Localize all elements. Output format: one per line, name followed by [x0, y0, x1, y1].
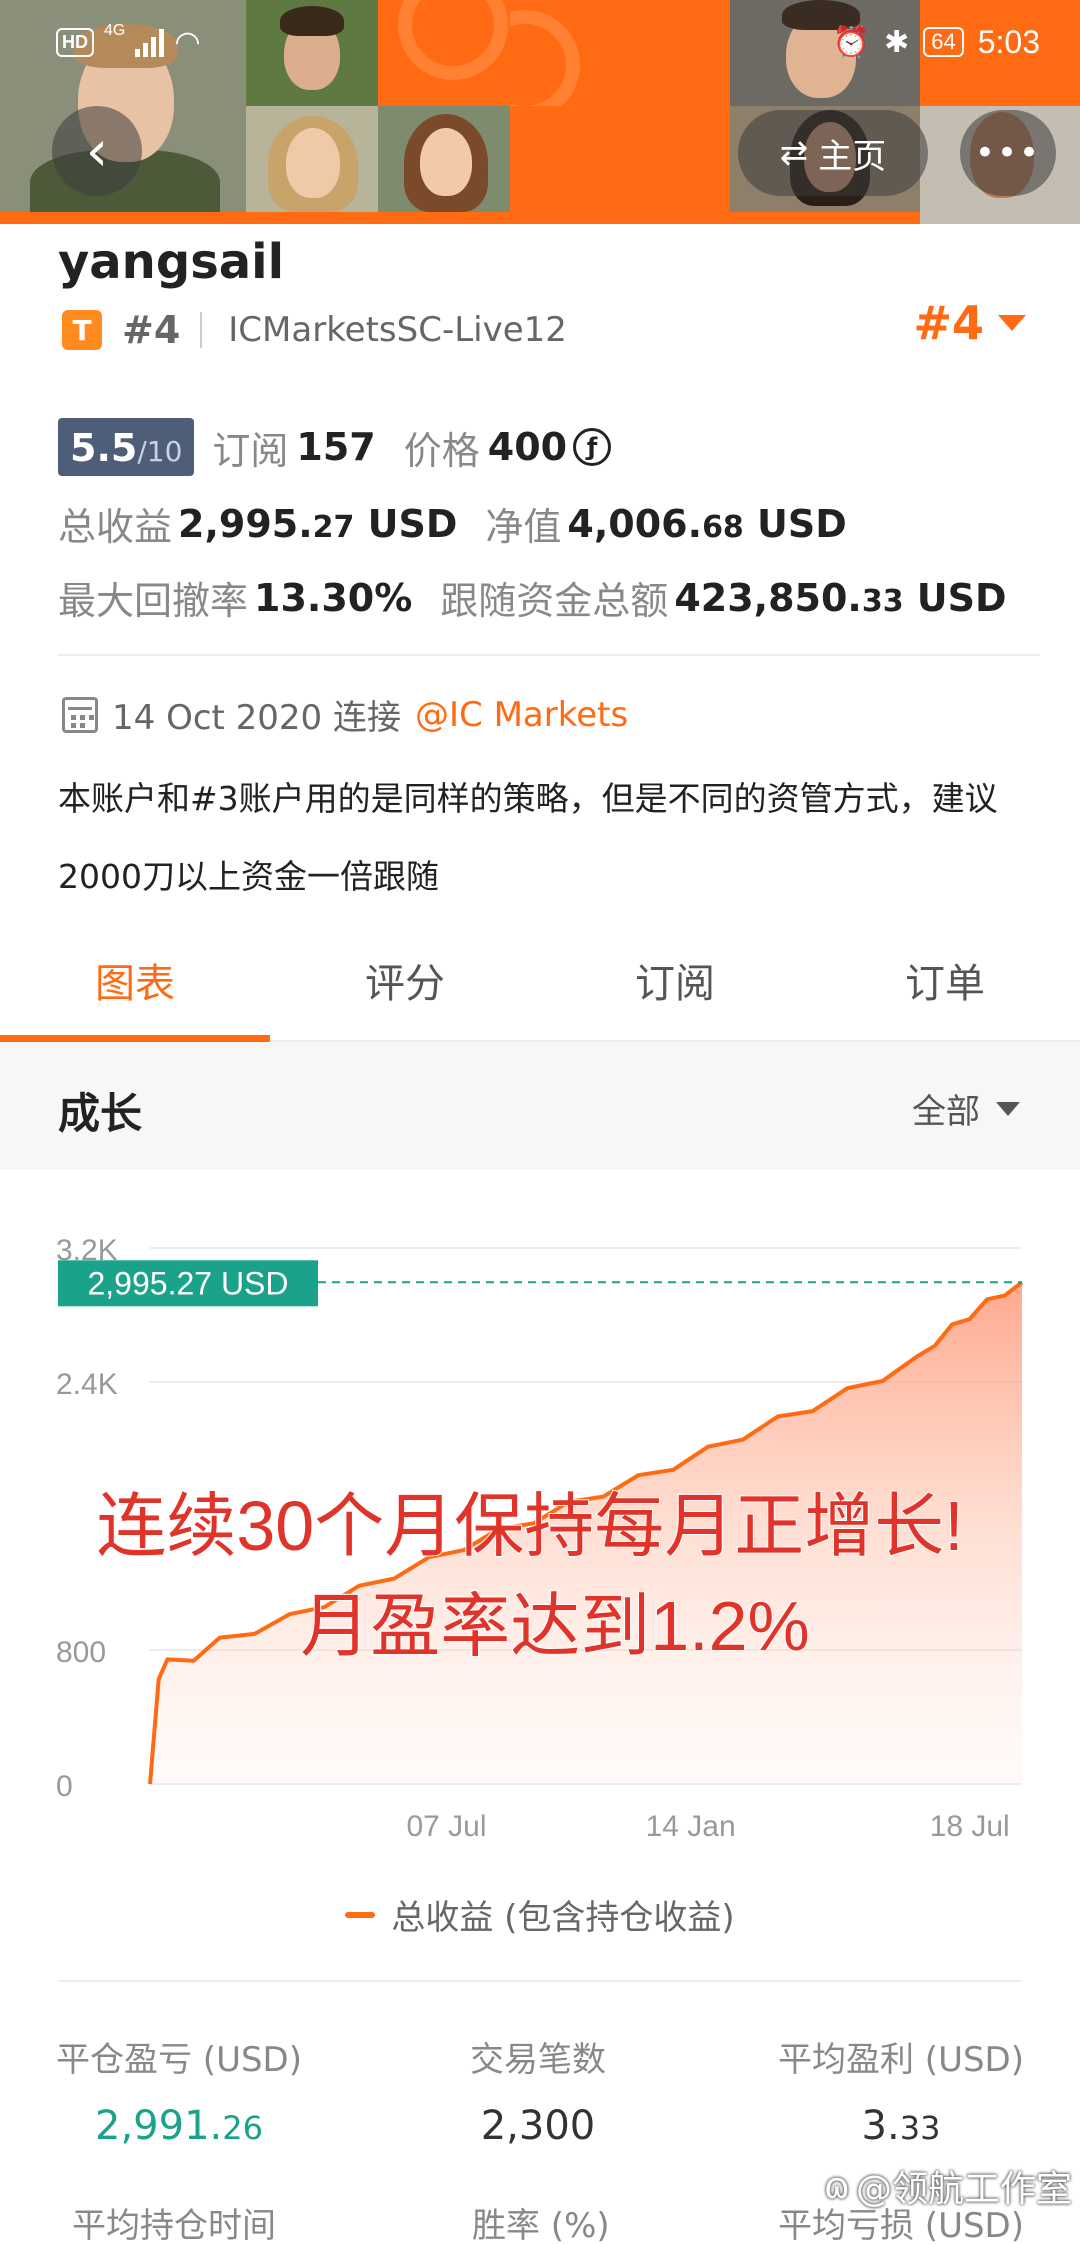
strategy-description: 本账户和#3账户用的是同样的策略，但是不同的资管方式，建议2000刀以上资金一倍… [58, 779, 998, 896]
subscribe-count: 157 [296, 425, 376, 469]
trades-label: 交易笔数 [470, 2040, 606, 2080]
wifi-icon: ◠ [174, 25, 201, 59]
connection-info: 14 Oct 2020 连接 @IC Markets [62, 690, 628, 739]
avg-profit-value: 3.33 [861, 2103, 941, 2149]
promo-overlay-line2: 月盈率达到1.2% [300, 1587, 810, 1665]
range-select[interactable]: 全部 [912, 1084, 1020, 1133]
banner-accent-strip [0, 212, 730, 224]
y-tick-label: 0 [56, 1770, 73, 1803]
x-tick-label: 14 Jan [646, 1810, 736, 1843]
subscribe-label: 订阅 [212, 428, 289, 473]
growth-chart: 2,995.27 USD 连续30个月保持每月正增长! 月盈率达到1.2% 3.2… [56, 1234, 1024, 1843]
tab-orders[interactable]: 订单 [810, 920, 1080, 1040]
equity-label: 净值 [485, 505, 562, 549]
section-divider [58, 654, 1040, 656]
hd-indicator: HD [56, 27, 94, 57]
tab-chart[interactable]: 图表 [0, 920, 270, 1042]
signal-icon [135, 27, 165, 57]
follow-funds-label: 跟随资金总额 [440, 579, 669, 623]
alarm-icon: ⏰ [832, 25, 871, 59]
legend-label: 总收益 (包含持仓收益) [391, 1898, 735, 1938]
home-button[interactable]: ⇄ 主页 [738, 110, 928, 196]
swap-arrows-icon: ⇄ [779, 133, 809, 173]
tab-subscription[interactable]: 订阅 [540, 920, 810, 1040]
tab-rating[interactable]: 评分 [270, 920, 540, 1040]
coin-icon: ƒ [573, 428, 612, 466]
avg-profit-stat: 平均盈利 (USD) 3.33 [778, 2032, 1024, 2149]
total-profit-value: 2,995.27 USD [178, 501, 458, 546]
brand-pattern [378, 0, 510, 106]
home-label: 主页 [818, 136, 887, 177]
trades-stat: 交易笔数 2,300 [470, 2032, 606, 2149]
drawdown-label: 最大回撤率 [58, 579, 249, 623]
clock: 5:03 [977, 23, 1040, 60]
score-row: 5.5 /10 订阅 157 价格 400 ƒ [58, 418, 612, 476]
y-tick-label: 800 [56, 1636, 106, 1669]
caret-down-icon [998, 315, 1026, 331]
bluetooth-icon: ✱ [884, 25, 910, 59]
avg-hold-time-label: 平均持仓时间 [72, 2206, 276, 2244]
account-type-badge: T [62, 310, 102, 350]
closed-pl-label: 平仓盈亏 (USD) [56, 2040, 302, 2080]
section-divider [58, 1980, 1022, 1982]
calendar-icon [62, 696, 98, 733]
price-value: 400 [487, 425, 568, 469]
avatar-collage-4 [378, 106, 510, 212]
rank-dropdown-label: #4 [913, 296, 984, 350]
equity-value: 4,006.68 USD [567, 501, 847, 546]
chart-legend: 总收益 (包含持仓收益) [0, 1890, 1080, 1939]
closed-pl-stat: 平仓盈亏 (USD) 2,991.26 [56, 2032, 302, 2149]
x-tick-label: 18 Jul [930, 1810, 1010, 1843]
win-rate-label: 胜率 (%) [472, 2206, 610, 2244]
connect-date: 14 Oct 2020 连接 [112, 698, 401, 738]
score-value: 5.5 [70, 426, 138, 470]
divider [200, 312, 203, 348]
y-tick-label: 2.4K [56, 1368, 118, 1401]
avg-profit-label: 平均盈利 (USD) [778, 2040, 1024, 2080]
score-badge: 5.5 /10 [58, 418, 195, 476]
more-options-button[interactable]: ••• [960, 110, 1056, 196]
follow-funds-value: 423,850.33 USD [674, 575, 1007, 620]
account-rank: #4 [122, 308, 181, 352]
growth-title: 成长 [58, 1089, 143, 1138]
username: yangsail [58, 234, 285, 290]
closed-pl-value: 2,991.26 [95, 2103, 263, 2149]
broker-server: ICMarketsSC-Live12 [228, 310, 567, 350]
legend-swatch [345, 1911, 376, 1918]
profile-banner: HD 4G ◠ ⏰ ✱ 64 5:03 ‹ ⇄ 主页 ••• [0, 0, 1080, 224]
x-tick-label: 07 Jul [406, 1810, 486, 1843]
price-label: 价格 [403, 428, 480, 473]
weibo-logo-icon: ɷ [823, 2165, 850, 2207]
rank-dropdown[interactable]: #4 [913, 296, 1026, 350]
range-select-label: 全部 [912, 1092, 980, 1132]
score-denominator: /10 [137, 435, 183, 468]
y-tick-label: 3.2K [56, 1234, 118, 1267]
tab-bar: 图表 评分 订阅 订单 [0, 920, 1080, 1042]
network-type: 4G [104, 22, 126, 39]
avatar-collage-2 [246, 0, 378, 106]
avatar-collage-3 [246, 106, 378, 212]
account-line: T #4 ICMarketsSC-Live12 [62, 308, 567, 352]
chevron-left-icon: ‹ [85, 118, 109, 184]
total-profit-label: 总收益 [58, 505, 173, 549]
status-bar-right: ⏰ ✱ 64 5:03 [833, 22, 1040, 62]
watermark-text: @领航工作室 [855, 2169, 1072, 2210]
broker-link[interactable]: @IC Markets [415, 695, 628, 735]
more-dots-icon: ••• [974, 133, 1042, 173]
back-button[interactable]: ‹ [52, 106, 142, 196]
current-value-label: 2,995.27 USD [87, 1265, 288, 1301]
drawdown-value: 13.30% [254, 575, 413, 620]
battery-icon: 64 [923, 27, 964, 57]
profit-row: 总收益 2,995.27 USD 净值 4,006.68 USD [58, 496, 847, 551]
promo-overlay-line1: 连续30个月保持每月正增长! [96, 1487, 963, 1565]
brand-pattern-2 [510, 0, 640, 106]
watermark: ɷ @领航工作室 [824, 2160, 1072, 2212]
status-bar-left: HD 4G ◠ [56, 22, 201, 62]
trades-value: 2,300 [480, 2103, 596, 2149]
caret-down-icon [996, 1101, 1020, 1116]
drawdown-row: 最大回撤率 13.30% 跟随资金总额 423,850.33 USD [58, 570, 1007, 625]
